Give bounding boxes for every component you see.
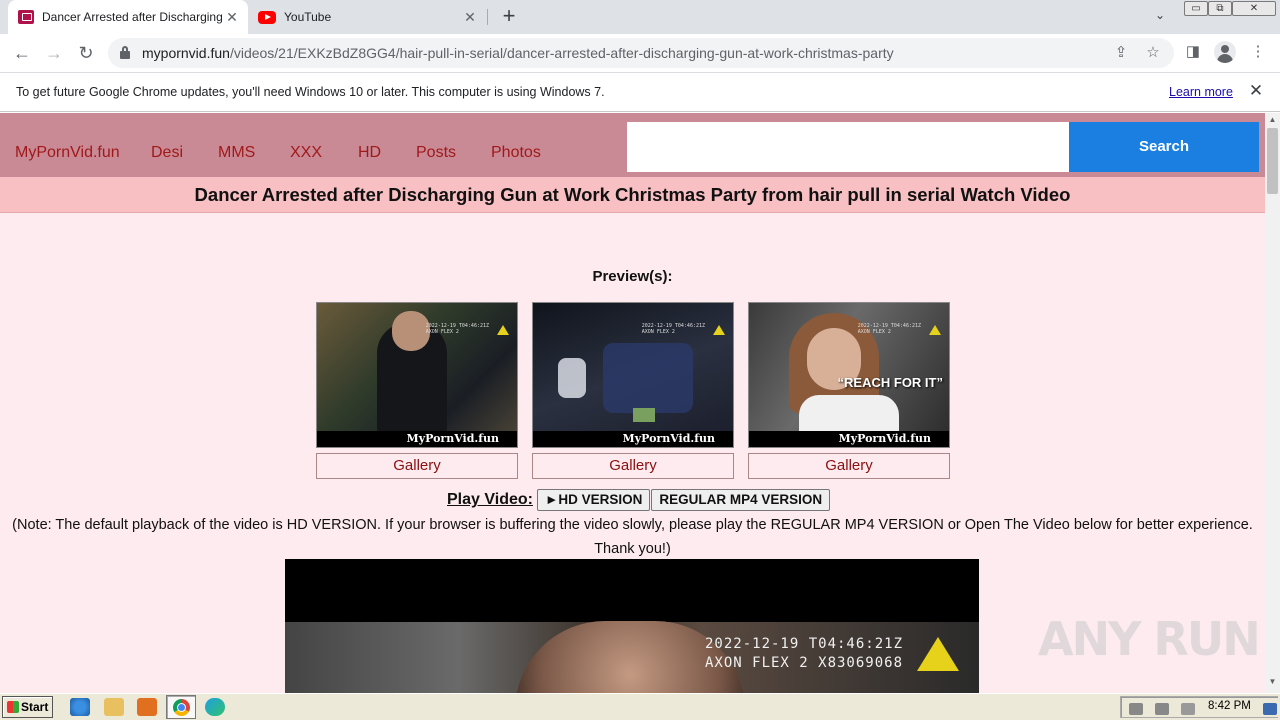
tab-title: Dancer Arrested after Discharging Gun at… xyxy=(42,10,222,24)
tab-title: YouTube xyxy=(284,10,332,24)
start-label: Start xyxy=(21,700,49,714)
internet-explorer-icon[interactable] xyxy=(70,698,90,716)
infobar-close-icon[interactable]: ✕ xyxy=(1247,82,1265,100)
thumbnail-watermark: MyPornVid.fun xyxy=(406,432,499,445)
site-search-input[interactable] xyxy=(627,122,1069,172)
media-player-icon[interactable] xyxy=(137,698,157,716)
url-path: /videos/21/EXKzBdZ8GG4/hair-pull-in-seri… xyxy=(229,45,894,61)
youtube-favicon-icon xyxy=(258,10,276,24)
back-icon[interactable]: ← xyxy=(9,41,35,65)
video-player[interactable]: 2022-12-19 T04:46:21Z AXON FLEX 2 X83069… xyxy=(285,559,979,693)
preview-thumbnail-3[interactable]: 2022-12-19 T04:46:21Z AXON FLEX 2 “REACH … xyxy=(748,302,950,448)
nav-posts-link[interactable]: Posts xyxy=(416,144,456,162)
axon-logo-icon xyxy=(713,325,725,335)
nav-xxx-link[interactable]: XXX xyxy=(290,144,322,162)
gallery-link-3[interactable]: Gallery xyxy=(748,453,950,479)
menu-kebab-icon[interactable]: ⋮ xyxy=(1247,41,1269,63)
side-panel-icon[interactable]: ◨ xyxy=(1182,41,1204,63)
url-domain: mypornvid.fun xyxy=(142,45,230,61)
page-content: MyPornVid.fun Desi MMS XXX HD Posts Phot… xyxy=(0,113,1265,693)
axon-logo-icon xyxy=(929,325,941,335)
site-header: MyPornVid.fun Desi MMS XXX HD Posts Phot… xyxy=(0,113,1265,177)
window-close-button[interactable]: ✕ xyxy=(1232,1,1276,16)
play-video-row: Play Video: ►HD VERSION REGULAR MP4 VERS… xyxy=(447,489,831,511)
minimize-button[interactable]: ▭ xyxy=(1184,1,1208,16)
nav-home-link[interactable]: MyPornVid.fun xyxy=(15,144,120,162)
learn-more-link[interactable]: Learn more xyxy=(1169,85,1233,99)
url-text[interactable]: mypornvid.fun/videos/21/EXKzBdZ8GG4/hair… xyxy=(142,45,894,61)
tab-close-icon[interactable]: ✕ xyxy=(222,9,242,26)
nav-mms-link[interactable]: MMS xyxy=(218,144,255,162)
preview-thumbnail-1[interactable]: 2022-12-19 T04:46:21Z AXON FLEX 2 MyPornV… xyxy=(316,302,518,448)
tab-active[interactable]: Dancer Arrested after Discharging Gun at… xyxy=(8,0,248,34)
file-explorer-icon[interactable] xyxy=(104,698,124,716)
chrome-taskbar-button[interactable] xyxy=(166,695,196,719)
scroll-down-arrow-icon[interactable]: ▼ xyxy=(1265,677,1280,689)
site-favicon-icon xyxy=(18,10,34,24)
scroll-up-arrow-icon[interactable]: ▲ xyxy=(1265,115,1280,127)
thumbnail-caption: “REACH FOR IT” xyxy=(837,375,943,390)
address-bar[interactable]: mypornvid.fun/videos/21/EXKzBdZ8GG4/hair… xyxy=(108,38,1174,68)
system-tray xyxy=(1120,696,1278,718)
bookmark-star-icon[interactable]: ☆ xyxy=(1143,43,1163,63)
video-title-bar: Dancer Arrested after Discharging Gun at… xyxy=(0,177,1265,213)
windows-taskbar: Start 8:42 PM xyxy=(0,693,1280,720)
search-button[interactable]: Search xyxy=(1069,122,1259,172)
preview-thumbnail-2[interactable]: 2022-12-19 T04:46:21Z AXON FLEX 2 MyPornV… xyxy=(532,302,734,448)
edge-icon[interactable] xyxy=(205,698,225,716)
lock-icon[interactable] xyxy=(120,46,130,59)
new-tab-button[interactable]: + xyxy=(497,5,521,29)
hd-version-button[interactable]: ►HD VERSION xyxy=(536,489,651,511)
volume-icon[interactable] xyxy=(1129,703,1143,715)
regular-mp4-button[interactable]: REGULAR MP4 VERSION xyxy=(651,489,831,511)
update-infobar: To get future Google Chrome updates, you… xyxy=(0,72,1280,112)
windows-flag-icon xyxy=(7,701,19,713)
tab-youtube[interactable]: YouTube ✕ xyxy=(250,0,486,34)
page-scrollbar[interactable]: ▲ ▼ xyxy=(1265,113,1280,693)
playback-note: (Note: The default playback of the video… xyxy=(12,517,1253,557)
forward-icon[interactable]: → xyxy=(41,41,67,65)
bodycam-hud: 2022-12-19 T04:46:21Z AXON FLEX 2 xyxy=(641,323,705,335)
video-hud-timestamp: 2022-12-19 T04:46:21Z xyxy=(705,636,904,652)
network-icon[interactable] xyxy=(1155,703,1169,715)
gallery-link-1[interactable]: Gallery xyxy=(316,453,518,479)
thumbnail-watermark: MyPornVid.fun xyxy=(838,432,931,445)
taskbar-clock[interactable]: 8:42 PM xyxy=(1208,700,1251,712)
infobar-message: To get future Google Chrome updates, you… xyxy=(16,85,605,99)
video-hud-device: AXON FLEX 2 X83069068 xyxy=(705,655,904,671)
anyrun-watermark: ANY RUN xyxy=(1038,612,1261,666)
tab-strip: Dancer Arrested after Discharging Gun at… xyxy=(0,0,1280,34)
video-hud-overlay: 2022-12-19 T04:46:21Z AXON FLEX 2 X83069… xyxy=(705,635,903,673)
bodycam-hud: 2022-12-19 T04:46:21Z AXON FLEX 2 xyxy=(425,323,489,335)
nav-desi-link[interactable]: Desi xyxy=(151,144,183,162)
reload-icon[interactable]: ↻ xyxy=(73,41,99,65)
tab-separator xyxy=(487,9,488,25)
action-center-flag-icon[interactable] xyxy=(1181,703,1195,715)
profile-avatar-icon[interactable] xyxy=(1214,41,1236,63)
axon-logo-icon xyxy=(497,325,509,335)
scrollbar-thumb[interactable] xyxy=(1267,128,1278,194)
gallery-link-2[interactable]: Gallery xyxy=(532,453,734,479)
axon-logo-icon xyxy=(917,637,959,671)
start-button[interactable]: Start xyxy=(2,696,53,718)
nav-photos-link[interactable]: Photos xyxy=(491,144,541,162)
restore-button[interactable]: ⧉ xyxy=(1208,1,1232,16)
page-title: Dancer Arrested after Discharging Gun at… xyxy=(194,184,1071,205)
bodycam-hud: 2022-12-19 T04:46:21Z AXON FLEX 2 xyxy=(857,323,921,335)
tab-close-icon[interactable]: ✕ xyxy=(460,9,480,26)
play-video-label: Play Video: xyxy=(447,491,533,508)
tab-search-chevron-icon[interactable]: ⌄ xyxy=(1150,8,1170,26)
browser-toolbar: ← → ↻ mypornvid.fun/videos/21/EXKzBdZ8GG… xyxy=(0,34,1280,72)
show-desktop-icon[interactable] xyxy=(1263,703,1277,715)
screen: Dancer Arrested after Discharging Gun at… xyxy=(0,0,1280,720)
share-icon[interactable]: ⇪ xyxy=(1111,43,1131,63)
previews-heading: Preview(s): xyxy=(592,268,673,285)
thumbnail-watermark: MyPornVid.fun xyxy=(622,432,715,445)
nav-hd-link[interactable]: HD xyxy=(358,144,381,162)
